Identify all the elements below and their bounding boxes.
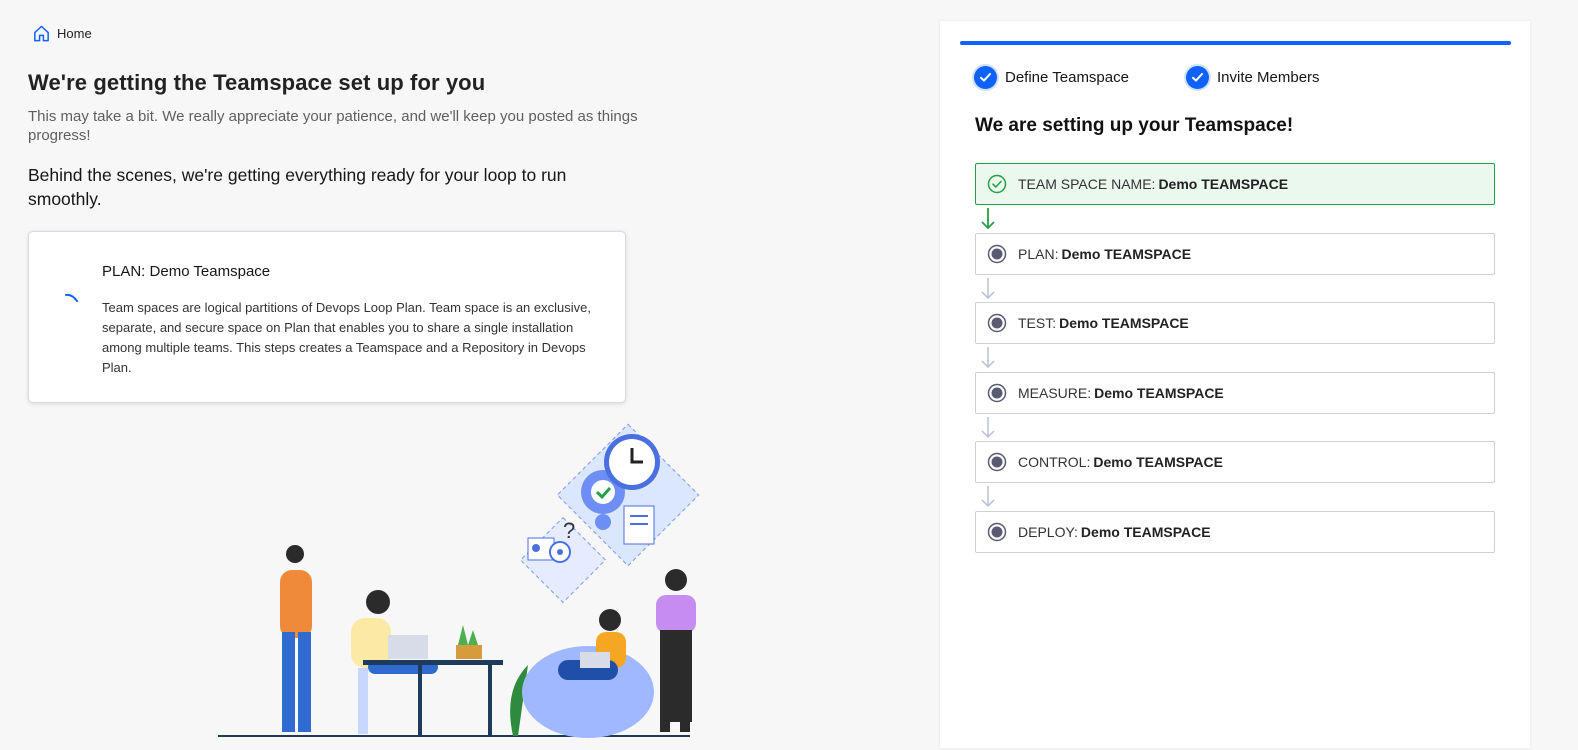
arrow-down-icon bbox=[981, 347, 995, 369]
wizard-step-label: Invite Members bbox=[1217, 69, 1320, 86]
arrow-down-icon bbox=[981, 208, 995, 230]
radio-pending-icon bbox=[976, 313, 1018, 333]
radio-pending-icon bbox=[976, 383, 1018, 403]
setup-step-test: TEST: Demo TEAMSPACE bbox=[975, 302, 1495, 344]
step-label: CONTROL: bbox=[1018, 454, 1091, 470]
breadcrumb-home-link[interactable]: Home bbox=[57, 26, 92, 41]
step-value: Demo TEAMSPACE bbox=[1059, 315, 1189, 331]
plan-card-title: PLAN: Demo Teamspace bbox=[102, 263, 271, 280]
step-value: Demo TEAMSPACE bbox=[1094, 385, 1224, 401]
radio-pending-icon bbox=[976, 244, 1018, 264]
radio-pending-icon bbox=[976, 522, 1018, 542]
standing-man-figure bbox=[280, 545, 312, 732]
home-icon[interactable] bbox=[32, 24, 51, 43]
setup-step-teamspace-name: TEAM SPACE NAME: Demo TEAMSPACE bbox=[975, 163, 1495, 205]
setup-heading: We are setting up your Teamspace! bbox=[975, 115, 1294, 136]
wizard-step-define-teamspace[interactable]: Define Teamspace bbox=[974, 66, 1129, 89]
breadcrumb[interactable]: Home bbox=[32, 24, 92, 43]
arrow-down-icon bbox=[981, 417, 995, 439]
page-subtitle: This may take a bit. We really appreciat… bbox=[28, 108, 638, 144]
setup-step-deploy: DEPLOY: Demo TEAMSPACE bbox=[975, 511, 1495, 553]
arrow-down-icon bbox=[981, 486, 995, 508]
standing-woman-figure bbox=[656, 569, 696, 732]
left-column: Home We're getting the Teamspace set up … bbox=[28, 0, 700, 748]
setup-step-measure: MEASURE: Demo TEAMSPACE bbox=[975, 372, 1495, 414]
plan-status-card: PLAN: Demo Teamspace Team spaces are log… bbox=[28, 231, 626, 403]
step-value: Demo TEAMSPACE bbox=[1080, 524, 1211, 540]
step-label: TEAM SPACE NAME: bbox=[1018, 176, 1156, 192]
behind-the-scenes-text: Behind the scenes, we're getting everyth… bbox=[28, 165, 567, 209]
setup-progress-panel: Define Teamspace Invite Members We are s… bbox=[940, 21, 1530, 748]
page-title: We're getting the Teamspace set up for y… bbox=[28, 70, 486, 95]
radio-pending-icon bbox=[976, 452, 1018, 472]
step-label: PLAN: bbox=[1018, 246, 1059, 262]
step-label: TEST: bbox=[1018, 315, 1057, 331]
checkmark-icon bbox=[974, 66, 997, 89]
plan-card-description: Team spaces are logical partitions of De… bbox=[102, 300, 591, 375]
setup-step-control: CONTROL: Demo TEAMSPACE bbox=[975, 441, 1495, 483]
arrow-down-icon bbox=[981, 278, 995, 300]
woman-at-desk-figure bbox=[351, 590, 503, 735]
loading-spinner-icon bbox=[65, 290, 79, 308]
setup-step-plan: PLAN: Demo TEAMSPACE bbox=[975, 233, 1495, 275]
step-label: DEPLOY: bbox=[1018, 524, 1078, 540]
step-label: MEASURE: bbox=[1018, 385, 1092, 401]
wizard-step-label: Define Teamspace bbox=[1005, 69, 1129, 86]
progress-bar bbox=[960, 41, 1511, 45]
step-value: Demo TEAMSPACE bbox=[1093, 454, 1223, 470]
check-circle-outline-icon bbox=[976, 174, 1018, 194]
svg-text:?: ? bbox=[563, 518, 575, 543]
step-value: Demo TEAMSPACE bbox=[1158, 176, 1289, 192]
team-illustration: ? bbox=[218, 420, 738, 750]
step-value: Demo TEAMSPACE bbox=[1061, 246, 1192, 262]
checkmark-icon bbox=[1186, 66, 1209, 89]
woman-on-beanbag-figure bbox=[522, 609, 654, 738]
wizard-step-invite-members[interactable]: Invite Members bbox=[1186, 66, 1320, 89]
